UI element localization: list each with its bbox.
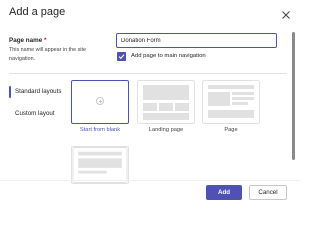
dialog-title: Add a page — [9, 6, 66, 18]
required-marker: * — [44, 37, 47, 44]
page-name-label-text: Page name — [9, 37, 43, 44]
divider — [9, 73, 287, 74]
layout-label: Page — [224, 127, 238, 133]
layout-tile-start-from-blank[interactable]: Start from blank — [71, 80, 129, 138]
selection-indicator — [9, 86, 11, 98]
layout-thumbnail — [202, 80, 260, 124]
category-standard-layouts[interactable]: Standard layouts — [9, 86, 69, 98]
page-name-label: Page name * — [9, 37, 46, 44]
layout-tile-landing-page[interactable]: Landing page — [137, 80, 195, 138]
add-button[interactable]: Add — [206, 185, 242, 200]
category-custom-layout[interactable]: Custom layout — [9, 108, 69, 120]
add-to-navigation-label: Add page to main navigation — [131, 53, 206, 59]
page-name-help-text: This name will appear in the site naviga… — [9, 47, 87, 62]
page-name-input[interactable] — [116, 33, 277, 48]
add-circle-icon — [96, 97, 104, 105]
layout-label: Start from blank — [79, 127, 121, 133]
footer-divider — [0, 180, 300, 181]
layout-label: Landing page — [148, 127, 184, 133]
category-label: Custom layout — [15, 110, 55, 117]
add-page-dialog: Add a page Page name * This name will ap… — [0, 0, 300, 210]
category-label: Standard layouts — [15, 88, 62, 95]
checkmark-icon — [118, 54, 125, 60]
layout-tile-page[interactable]: Page — [202, 80, 260, 138]
scrollbar[interactable] — [292, 32, 295, 160]
close-icon[interactable] — [280, 8, 292, 20]
add-to-navigation-checkbox[interactable] — [117, 52, 126, 61]
layout-thumbnail — [137, 80, 195, 124]
layout-thumbnail — [71, 80, 129, 124]
cancel-button[interactable]: Cancel — [249, 185, 287, 200]
layout-thumbnail — [71, 146, 129, 184]
